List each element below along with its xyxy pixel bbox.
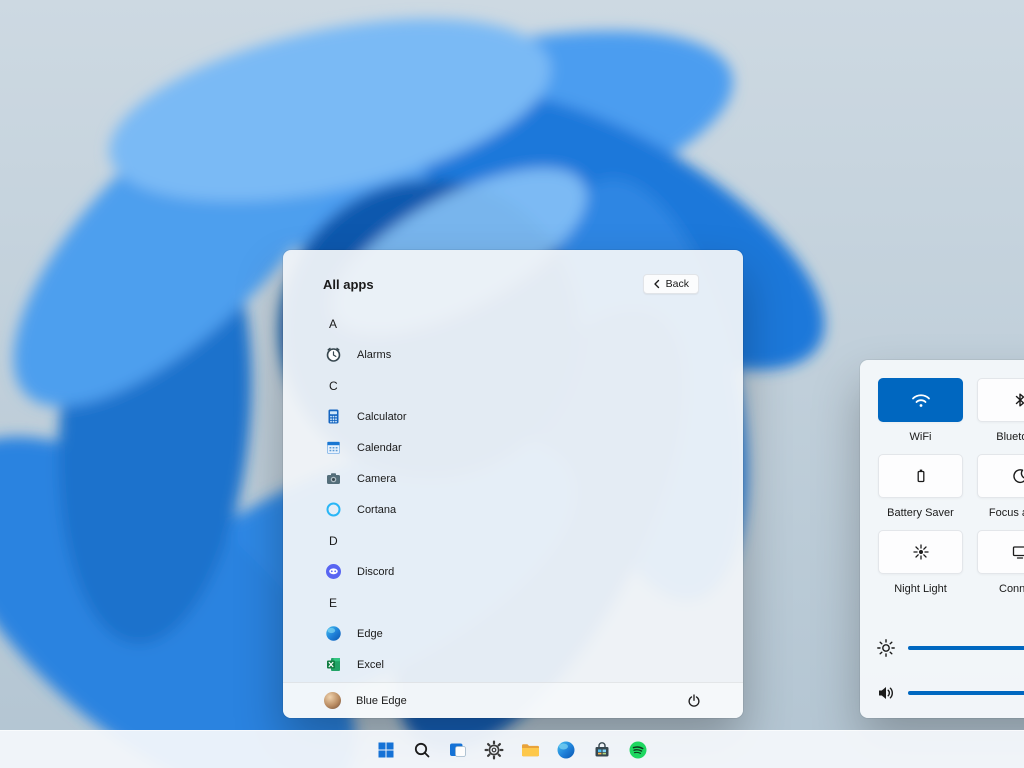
app-item-cortana[interactable]: Cortana (283, 494, 743, 525)
spotify-button[interactable] (625, 737, 651, 763)
chevron-left-icon (653, 279, 661, 289)
user-profile-button[interactable]: Blue Edge (324, 692, 407, 709)
windows-start-icon (376, 740, 396, 760)
section-letter-e[interactable]: E (283, 587, 743, 618)
power-icon (687, 694, 701, 708)
app-label: Alarms (357, 349, 391, 361)
focus-assist-label: Focus assist (989, 507, 1024, 519)
volume-slider[interactable] (908, 691, 1024, 695)
cortana-icon (325, 501, 342, 518)
bluetooth-label: Bluetooth (996, 431, 1024, 443)
volume-icon (876, 684, 896, 702)
excel-icon (325, 656, 342, 673)
section-letter-a[interactable]: A (283, 308, 743, 339)
app-item-excel[interactable]: Excel (283, 649, 743, 680)
night-light-icon (912, 543, 930, 561)
wifi-label: WiFi (910, 431, 932, 443)
settings-button[interactable] (481, 737, 507, 763)
quick-setting-night-light: Night Light (878, 530, 963, 595)
back-button-label: Back (666, 278, 689, 290)
edge-icon (325, 625, 342, 642)
task-view-button[interactable] (445, 737, 471, 763)
connect-icon (1011, 543, 1024, 561)
settings-gear-icon (484, 740, 504, 760)
wifi-toggle-button[interactable] (878, 378, 963, 422)
all-apps-list: A Alarms C Calculator Calendar Camera (283, 308, 743, 680)
quick-settings-panel: WiFi Bluetooth Battery Saver (860, 360, 1024, 718)
focus-assist-icon (1011, 467, 1024, 485)
start-button[interactable] (373, 737, 399, 763)
discord-icon (325, 563, 342, 580)
brightness-icon (876, 638, 896, 658)
focus-assist-toggle-button[interactable] (977, 454, 1024, 498)
quick-settings-grid: WiFi Bluetooth Battery Saver (878, 378, 1024, 595)
file-explorer-button[interactable] (517, 737, 543, 763)
app-item-calculator[interactable]: Calculator (283, 401, 743, 432)
edge-button[interactable] (553, 737, 579, 763)
user-name: Blue Edge (356, 695, 407, 707)
start-menu-all-apps: All apps Back A Alarms C Calculator (283, 250, 743, 718)
calculator-icon (325, 408, 342, 425)
section-letter-c[interactable]: C (283, 370, 743, 401)
all-apps-title: All apps (323, 277, 374, 292)
start-menu-footer: Blue Edge (283, 682, 743, 718)
calendar-icon (325, 439, 342, 456)
all-apps-header: All apps Back (283, 250, 743, 294)
app-label: Excel (357, 659, 384, 671)
app-item-calendar[interactable]: Calendar (283, 432, 743, 463)
battery-saver-icon (912, 467, 930, 485)
store-icon (592, 740, 612, 760)
quick-setting-focus-assist: Focus assist (977, 454, 1024, 519)
quick-setting-bluetooth: Bluetooth (977, 378, 1024, 443)
bluetooth-icon (1011, 391, 1024, 409)
app-item-edge[interactable]: Edge (283, 618, 743, 649)
quick-setting-battery-saver: Battery Saver (878, 454, 963, 519)
app-label: Calendar (357, 442, 402, 454)
power-button[interactable] (687, 694, 701, 708)
app-item-camera[interactable]: Camera (283, 463, 743, 494)
folder-icon (520, 740, 541, 760)
connect-toggle-button[interactable] (977, 530, 1024, 574)
app-label: Calculator (357, 411, 407, 423)
battery-saver-toggle-button[interactable] (878, 454, 963, 498)
spotify-icon (628, 740, 648, 760)
search-icon (412, 740, 432, 760)
battery-saver-label: Battery Saver (887, 507, 954, 519)
app-item-discord[interactable]: Discord (283, 556, 743, 587)
app-item-alarms[interactable]: Alarms (283, 339, 743, 370)
search-button[interactable] (409, 737, 435, 763)
quick-setting-wifi: WiFi (878, 378, 963, 443)
app-label: Camera (357, 473, 396, 485)
store-button[interactable] (589, 737, 615, 763)
app-label: Cortana (357, 504, 396, 516)
task-view-icon (448, 740, 468, 760)
edge-icon (556, 740, 576, 760)
camera-icon (325, 470, 342, 487)
section-letter-d[interactable]: D (283, 525, 743, 556)
app-label: Discord (357, 566, 394, 578)
connect-label: Connect (999, 583, 1024, 595)
taskbar (0, 730, 1024, 768)
wifi-icon (910, 391, 932, 409)
brightness-slider-row (876, 638, 1024, 658)
user-avatar (324, 692, 341, 709)
back-button[interactable]: Back (643, 274, 699, 294)
brightness-slider[interactable] (908, 646, 1024, 650)
quick-setting-connect: Connect (977, 530, 1024, 595)
alarms-icon (325, 346, 342, 363)
app-label: Edge (357, 628, 383, 640)
bluetooth-toggle-button[interactable] (977, 378, 1024, 422)
night-light-toggle-button[interactable] (878, 530, 963, 574)
night-light-label: Night Light (894, 583, 947, 595)
volume-slider-row (876, 683, 1024, 703)
